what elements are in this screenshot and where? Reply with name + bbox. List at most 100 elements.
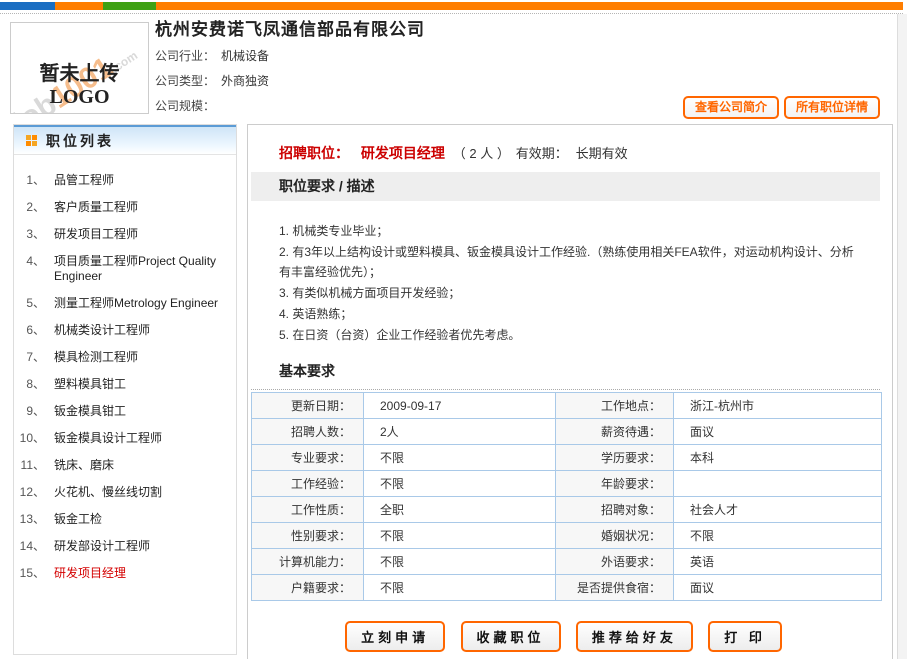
sidebar-job-item-4[interactable]: 4、项目质量工程师Project Quality Engineer	[14, 248, 230, 290]
job-item-label: 研发部设计工程师	[54, 539, 150, 554]
save-job-button[interactable]: 收藏职位	[461, 621, 561, 652]
desc-line-4: 4. 英语熟练；	[279, 304, 858, 324]
posting-title: 研发项目经理	[361, 145, 445, 161]
view-company-intro-button[interactable]: 查看公司简介	[683, 96, 779, 119]
bar-segment-green	[103, 2, 156, 10]
posting-headcount: （ 2 人 ）	[453, 146, 510, 161]
job-item-number: 1、	[14, 173, 54, 188]
sidebar-job-item-13[interactable]: 13、钣金工检	[14, 506, 230, 533]
sidebar-job-item-5[interactable]: 5、测量工程师Metrology Engineer	[14, 290, 230, 317]
sidebar-job-item-12[interactable]: 12、火花机、慢丝线切割	[14, 479, 230, 506]
job-description: 1. 机械类专业毕业； 2. 有3年以上结构设计或塑料模具、钣金模具设计工作经验…	[279, 221, 858, 346]
sidebar-job-item-14[interactable]: 14、研发部设计工程师	[14, 533, 230, 560]
job-item-label: 测量工程师Metrology Engineer	[54, 296, 218, 311]
job-item-label: 火花机、慢丝线切割	[54, 485, 162, 500]
job-list-sidebar: 职位列表 1、品管工程师 2、客户质量工程师 3、研发项目工程师 4、项目质量工…	[13, 124, 237, 655]
posting-header: 招聘职位： 研发项目经理 （ 2 人 ） 有效期： 长期有效	[279, 143, 628, 163]
company-name: 杭州安费诺飞凤通信部品有限公司	[155, 15, 425, 40]
table-row: 户籍要求： 不限 是否提供食宿： 面议	[252, 575, 882, 601]
company-type-value: 外商独资	[221, 74, 269, 88]
all-positions-button[interactable]: 所有职位详情	[784, 96, 880, 119]
job-item-number: 15、	[14, 566, 54, 581]
job-item-number: 12、	[14, 485, 54, 500]
table-row: 专业要求： 不限 学历要求： 本科	[252, 445, 882, 471]
desc-line-1: 1. 机械类专业毕业；	[279, 221, 858, 241]
dotted-separator	[0, 13, 903, 14]
row-label: 外语要求：	[556, 549, 674, 575]
apply-now-button[interactable]: 立刻申请	[345, 621, 445, 652]
desc-line-5: 5. 在日资（台资）企业工作经验者优先考虑。	[279, 325, 858, 345]
sidebar-job-item-10[interactable]: 10、钣金模具设计工程师	[14, 425, 230, 452]
sidebar-job-item-9[interactable]: 9、钣金模具钳工	[14, 398, 230, 425]
bar-segment-orange	[55, 2, 103, 10]
grid-squares-icon	[26, 135, 37, 146]
action-buttons-row: 立刻申请 收藏职位 推荐给好友 打 印	[248, 621, 879, 652]
row-label: 年龄要求：	[556, 471, 674, 497]
job-item-label: 钣金工检	[54, 512, 102, 527]
row-value: 面议	[674, 419, 882, 445]
sidebar-job-item-6[interactable]: 6、机械类设计工程师	[14, 317, 230, 344]
row-label: 是否提供食宿：	[556, 575, 674, 601]
row-label: 更新日期：	[252, 393, 364, 419]
row-value: 不限	[364, 471, 556, 497]
row-label: 计算机能力：	[252, 549, 364, 575]
job-item-number: 5、	[14, 296, 54, 311]
sidebar-job-item-11[interactable]: 11、铣床、磨床	[14, 452, 230, 479]
job-item-label: 模具检测工程师	[54, 350, 138, 365]
row-label: 薪资待遇：	[556, 419, 674, 445]
job-detail-panel: 招聘职位： 研发项目经理 （ 2 人 ） 有效期： 长期有效 职位要求 / 描述…	[247, 124, 893, 659]
job-item-number: 3、	[14, 227, 54, 242]
job-item-number: 14、	[14, 539, 54, 554]
job-item-label: 品管工程师	[54, 173, 114, 188]
row-value: 不限	[674, 523, 882, 549]
row-value	[674, 471, 882, 497]
table-row: 工作经验： 不限 年龄要求：	[252, 471, 882, 497]
job-item-label: 客户质量工程师	[54, 200, 138, 215]
row-value: 不限	[364, 549, 556, 575]
company-logo-placeholder: job1001.com 暂未上传LOGO	[10, 22, 149, 114]
job-item-label: 项目质量工程师Project Quality Engineer	[54, 254, 230, 284]
table-row: 计算机能力： 不限 外语要求： 英语	[252, 549, 882, 575]
job-item-label: 塑料模具钳工	[54, 377, 126, 392]
bar-segment-orange-long	[156, 2, 903, 10]
job-item-number: 13、	[14, 512, 54, 527]
table-row: 性别要求： 不限 婚姻状况： 不限	[252, 523, 882, 549]
job-item-number: 11、	[14, 458, 54, 473]
bar-segment-blue	[0, 2, 55, 10]
job-item-number: 8、	[14, 377, 54, 392]
validity-value: 长期有效	[576, 146, 628, 161]
desc-line-2: 2. 有3年以上结构设计或塑料模具、钣金模具设计工作经验.（熟练使用相关FEA软…	[279, 242, 858, 282]
job-item-label: 钣金模具钳工	[54, 404, 126, 419]
company-industry-label: 公司行业：	[155, 49, 215, 63]
job-item-number: 6、	[14, 323, 54, 338]
sidebar-job-item-1[interactable]: 1、品管工程师	[14, 167, 230, 194]
company-industry-row: 公司行业：机械设备	[155, 47, 269, 64]
sidebar-job-item-2[interactable]: 2、客户质量工程师	[14, 194, 230, 221]
company-size-label: 公司规模：	[155, 99, 215, 113]
job-item-label: 研发项目经理	[54, 566, 126, 581]
basic-requirements-table: 更新日期： 2009-09-17 工作地点： 浙江-杭州市 招聘人数： 2人 薪…	[251, 392, 882, 601]
recommend-to-friend-button[interactable]: 推荐给好友	[576, 621, 693, 652]
job-item-label: 铣床、磨床	[54, 458, 114, 473]
job-item-number: 9、	[14, 404, 54, 419]
sidebar-job-item-3[interactable]: 3、研发项目工程师	[14, 221, 230, 248]
job-item-label: 机械类设计工程师	[54, 323, 150, 338]
job-item-number: 4、	[14, 254, 54, 284]
print-button[interactable]: 打 印	[708, 621, 782, 652]
company-size-row: 公司规模：	[155, 97, 221, 114]
scrollbar-track[interactable]	[897, 14, 907, 659]
desc-line-3: 3. 有类似机械方面项目开发经验；	[279, 283, 858, 303]
job-list-title: 职位列表	[46, 131, 114, 151]
posting-label: 招聘职位：	[279, 145, 349, 161]
row-value: 2人	[364, 419, 556, 445]
row-label: 工作地点：	[556, 393, 674, 419]
row-label: 招聘对象：	[556, 497, 674, 523]
sidebar-job-item-8[interactable]: 8、塑料模具钳工	[14, 371, 230, 398]
row-value: 面议	[674, 575, 882, 601]
company-type-label: 公司类型：	[155, 74, 215, 88]
job-item-label: 研发项目工程师	[54, 227, 138, 242]
sidebar-job-item-7[interactable]: 7、模具检测工程师	[14, 344, 230, 371]
row-value: 全职	[364, 497, 556, 523]
row-value: 社会人才	[674, 497, 882, 523]
sidebar-job-item-15-active[interactable]: 15、研发项目经理	[14, 560, 230, 587]
